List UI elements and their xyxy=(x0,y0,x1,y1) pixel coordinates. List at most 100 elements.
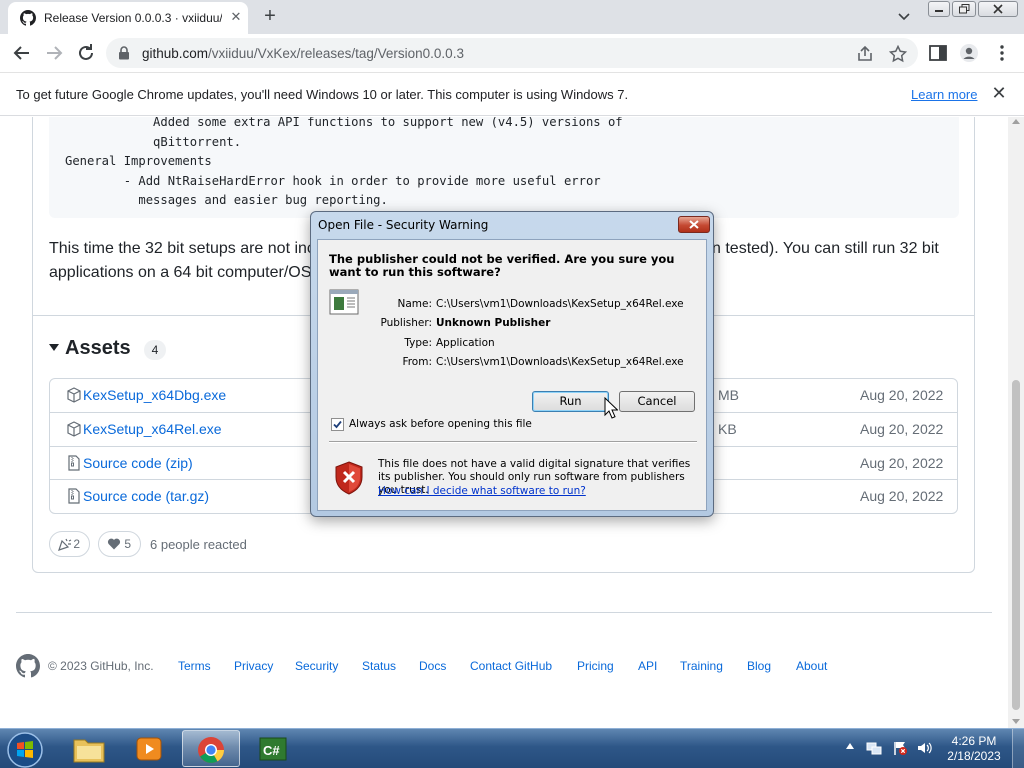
scroll-up-icon[interactable] xyxy=(1012,119,1020,124)
paragraph-start: This time the 32 bit setups are not inc xyxy=(49,240,315,257)
caret-down-icon xyxy=(49,344,59,351)
explorer-icon xyxy=(73,739,105,763)
clock-date: 2/18/2023 xyxy=(947,749,1001,763)
dialog-close-button[interactable] xyxy=(678,216,710,233)
chrome-icon xyxy=(198,737,225,763)
field-value-name: C:\Users\vm1\Downloads\KexSetup_x64Rel.e… xyxy=(436,298,684,310)
reaction-count: 5 xyxy=(124,537,131,551)
action-center-flag-icon[interactable] xyxy=(892,740,908,756)
footer-link-pricing[interactable]: Pricing xyxy=(577,659,614,673)
footer-link-terms[interactable]: Terms xyxy=(178,659,211,673)
window-close-button[interactable] xyxy=(978,1,1018,17)
asset-name[interactable]: KexSetup_x64Rel.exe xyxy=(83,421,222,437)
browser-toolbar: github.com/vxiiduu/VxKex/releases/tag/Ve… xyxy=(0,34,1024,72)
start-orb-icon[interactable] xyxy=(6,731,44,768)
reload-icon[interactable] xyxy=(74,41,98,65)
tab-close-icon[interactable]: ✕ xyxy=(228,9,244,25)
help-link[interactable]: How can I decide what software to run? xyxy=(378,485,586,497)
taskbar-csharp-project[interactable]: C# xyxy=(244,730,302,767)
asset-name[interactable]: Source code (zip) xyxy=(83,455,193,471)
address-bar[interactable]: github.com/vxiiduu/VxKex/releases/tag/Ve… xyxy=(106,38,918,68)
taskbar: C# 4:26 PM 2/18/2023 xyxy=(0,728,1024,768)
reaction-heart-button[interactable]: 5 xyxy=(98,531,141,557)
media-player-icon xyxy=(136,737,162,761)
close-icon xyxy=(993,4,1003,14)
lock-icon[interactable] xyxy=(118,46,130,60)
footer-link-contact[interactable]: Contact GitHub xyxy=(470,659,552,673)
asset-size: MB xyxy=(718,387,739,403)
asset-name[interactable]: KexSetup_x64Dbg.exe xyxy=(83,387,226,403)
release-notes-code: Added some extra API functions to suppor… xyxy=(49,117,959,218)
learn-more-link[interactable]: Learn more xyxy=(911,87,977,102)
svg-text:C#: C# xyxy=(263,743,280,758)
asset-date: Aug 20, 2022 xyxy=(860,387,944,403)
field-value-publisher: Unknown Publisher xyxy=(436,317,551,329)
profile-avatar-icon[interactable] xyxy=(959,43,979,63)
footer-link-privacy[interactable]: Privacy xyxy=(234,659,273,673)
reaction-hooray-button[interactable]: 2 xyxy=(49,531,90,557)
dialog-heading: The publisher could not be verified. Are… xyxy=(329,252,675,279)
heart-icon xyxy=(107,538,121,550)
show-desktop-button[interactable] xyxy=(1012,729,1024,768)
field-value-type: Application xyxy=(436,337,495,349)
infobar-close-icon[interactable]: ✕ xyxy=(990,84,1008,102)
asset-date: Aug 20, 2022 xyxy=(860,421,944,437)
share-icon[interactable] xyxy=(856,45,874,63)
mouse-cursor-icon xyxy=(604,397,618,419)
dialog-separator xyxy=(329,441,697,443)
restore-icon xyxy=(958,4,969,14)
footer-copyright: © 2023 GitHub, Inc. xyxy=(48,659,154,673)
code-text: Added some extra API functions to suppor… xyxy=(65,117,623,207)
footer-link-about[interactable]: About xyxy=(796,659,827,673)
new-tab-button[interactable]: + xyxy=(258,5,282,29)
footer-link-blog[interactable]: Blog xyxy=(747,659,771,673)
assets-heading[interactable]: Assets xyxy=(49,337,131,360)
security-warning-dialog: Open File - Security Warning The publish… xyxy=(310,211,714,517)
volume-icon[interactable] xyxy=(916,740,932,756)
run-button[interactable]: Run xyxy=(532,391,609,412)
tab-search-chevron-icon[interactable] xyxy=(894,8,914,26)
close-icon xyxy=(689,220,699,229)
always-ask-checkbox[interactable] xyxy=(331,418,344,431)
tab-strip: Release Version 0.0.0.3 · vxiiduu/VxKex … xyxy=(0,0,1024,34)
scrollbar-thumb[interactable] xyxy=(1012,380,1020,710)
taskbar-explorer[interactable] xyxy=(60,730,118,767)
assets-title: Assets xyxy=(65,337,131,359)
taskbar-media-player[interactable] xyxy=(120,730,178,767)
restore-button[interactable] xyxy=(952,1,976,17)
system-clock[interactable]: 4:26 PM 2/18/2023 xyxy=(944,734,1004,764)
scroll-down-icon[interactable] xyxy=(1012,719,1020,724)
footer-link-docs[interactable]: Docs xyxy=(419,659,446,673)
taskbar-chrome[interactable] xyxy=(182,730,240,767)
paragraph-end: n tested). You can still run 32 bit xyxy=(712,240,939,257)
tab-title: Release Version 0.0.0.3 · vxiiduu/VxKex xyxy=(44,11,222,25)
github-logo-icon[interactable] xyxy=(16,654,40,678)
assets-count-badge: 4 xyxy=(144,340,166,360)
bookmark-star-icon[interactable] xyxy=(889,45,907,63)
footer-link-training[interactable]: Training xyxy=(680,659,723,673)
asset-date: Aug 20, 2022 xyxy=(860,455,944,471)
side-panel-icon[interactable] xyxy=(928,43,948,63)
tray-overflow-icon[interactable] xyxy=(846,743,854,749)
asset-name[interactable]: Source code (tar.gz) xyxy=(83,488,209,504)
minimize-button[interactable] xyxy=(928,1,950,17)
footer-link-api[interactable]: API xyxy=(638,659,657,673)
cancel-button[interactable]: Cancel xyxy=(619,391,695,412)
asset-size: KB xyxy=(718,421,737,437)
footer-divider xyxy=(16,612,992,613)
browser-tab[interactable]: Release Version 0.0.0.3 · vxiiduu/VxKex … xyxy=(8,2,248,34)
reaction-count: 2 xyxy=(73,537,80,551)
chrome-update-infobar: To get future Google Chrome updates, you… xyxy=(0,72,1024,116)
back-arrow-icon[interactable] xyxy=(10,41,34,65)
forward-arrow-icon[interactable] xyxy=(42,41,66,65)
package-icon xyxy=(67,421,81,437)
footer-link-status[interactable]: Status xyxy=(362,659,396,673)
field-label-from: From: xyxy=(402,356,432,368)
menu-kebab-icon[interactable] xyxy=(992,43,1012,63)
github-icon xyxy=(20,10,36,26)
vertical-scrollbar[interactable] xyxy=(1008,117,1024,728)
network-icon[interactable] xyxy=(866,740,882,756)
field-label-type: Type: xyxy=(404,337,432,349)
always-ask-label[interactable]: Always ask before opening this file xyxy=(349,418,532,430)
footer-link-security[interactable]: Security xyxy=(295,659,338,673)
